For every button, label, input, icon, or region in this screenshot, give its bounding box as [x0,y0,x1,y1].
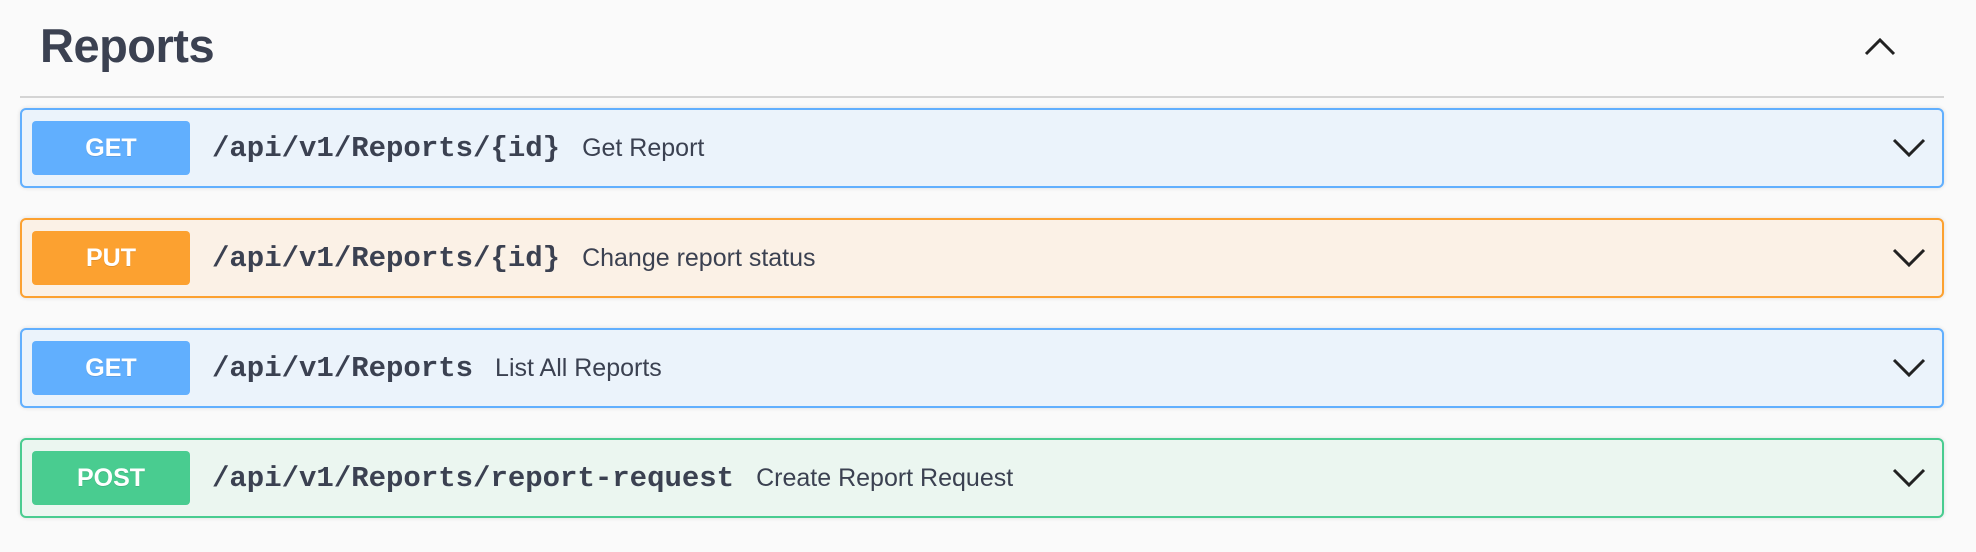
operation-summary: Change report status [582,243,816,272]
operation-list-all-reports[interactable]: GET /api/v1/Reports List All Reports [20,328,1944,408]
expand-button[interactable] [1886,454,1932,500]
section-title: Reports [40,19,215,72]
operation-summary: Get Report [582,133,705,162]
section-header[interactable]: Reports [20,0,1944,98]
operation-summary: List All Reports [495,353,662,382]
operation-create-report-request[interactable]: POST /api/v1/Reports/report-request Crea… [20,438,1944,518]
operation-get-report[interactable]: GET /api/v1/Reports/{id} Get Report [20,108,1944,188]
operation-change-report-status[interactable]: PUT /api/v1/Reports/{id} Change report s… [20,218,1944,298]
operation-summary: Create Report Request [756,463,1014,492]
chevron-down-icon [1892,248,1926,268]
expand-button[interactable] [1886,124,1932,170]
method-badge: GET [32,341,190,395]
expand-button[interactable] [1886,234,1932,280]
method-badge: PUT [32,231,190,285]
expand-button[interactable] [1886,344,1932,390]
collapse-button[interactable] [1856,22,1904,70]
reports-section: Reports GET /api/v1/Reports/{id} Get Rep… [20,0,1944,518]
method-badge: POST [32,451,190,505]
operation-path: /api/v1/Reports [212,351,474,385]
operation-path: /api/v1/Reports/{id} [212,131,561,165]
chevron-down-icon [1892,358,1926,378]
operation-path: /api/v1/Reports/report-request [212,461,735,495]
method-badge: GET [32,121,190,175]
chevron-down-icon [1892,468,1926,488]
operation-path: /api/v1/Reports/{id} [212,241,561,275]
chevron-up-icon [1864,37,1896,56]
chevron-down-icon [1892,138,1926,158]
